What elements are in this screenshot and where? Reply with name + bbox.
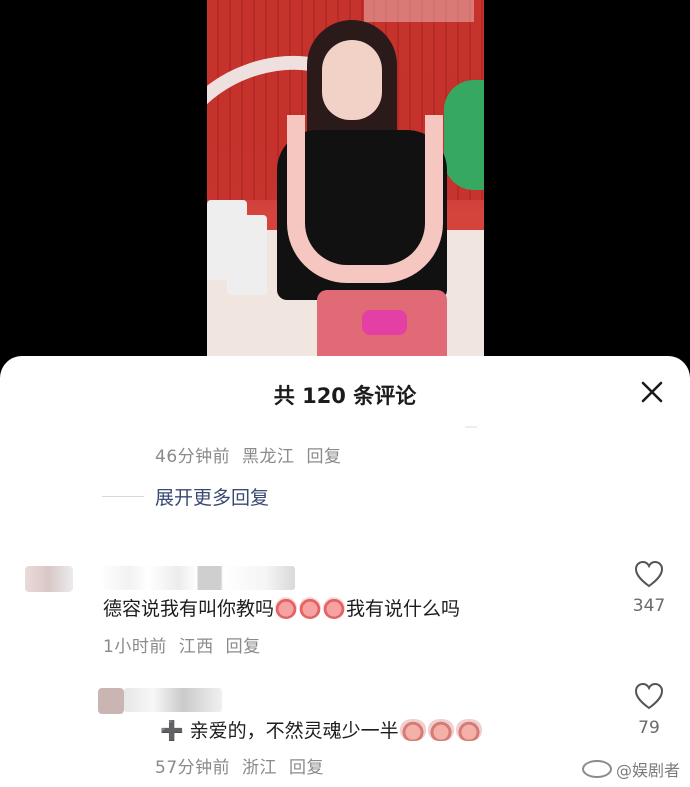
reply-location: 黑龙江	[242, 447, 295, 467]
comment-text-part: 亲爱的，不然灵魂少一半	[189, 720, 399, 742]
expand-divider	[102, 496, 144, 497]
video-player[interactable]	[207, 0, 484, 356]
watermark: @娱剧者	[581, 757, 680, 781]
comment-text: 德容说我有叫你教吗 我有说什么吗	[103, 594, 460, 621]
video-caption-strip	[364, 0, 474, 22]
avatar[interactable]	[98, 688, 124, 714]
comment-time: 1小时前	[103, 637, 167, 657]
reply-button[interactable]: 回复	[226, 637, 261, 657]
emoji-icon	[275, 597, 298, 619]
reply-meta: 46分钟前 黑龙江 回复	[155, 442, 347, 467]
emoji-icon	[455, 719, 482, 741]
heart-icon	[634, 682, 664, 710]
reply-button[interactable]: 回复	[289, 758, 324, 778]
reply-time: 46分钟前	[155, 447, 231, 467]
emoji-icon	[427, 719, 454, 741]
weibo-icon	[581, 760, 612, 778]
comment-text-part: 我有说什么吗	[346, 598, 461, 620]
video-person	[267, 20, 447, 356]
emoji-icon	[299, 597, 322, 619]
expand-more-replies[interactable]: 展开更多回复	[155, 483, 269, 510]
heart-icon	[634, 560, 664, 588]
comment-location: 江西	[178, 637, 214, 657]
like-button[interactable]: 79	[621, 682, 677, 738]
comment-location: 浙江	[242, 758, 278, 778]
comment-text: ➕ 亲爱的，不然灵魂少一半	[160, 716, 483, 743]
emoji-icon	[399, 719, 426, 741]
like-button[interactable]: 347	[621, 560, 677, 616]
comments-title: 共 120 条评论	[273, 384, 417, 408]
video-decor-green	[444, 80, 484, 190]
plus-icon: ➕	[160, 720, 184, 742]
comment-meta: 57分钟前 浙江 回复	[155, 753, 330, 778]
avatar[interactable]	[25, 566, 73, 592]
emoji-icon	[323, 597, 346, 619]
like-count: 79	[638, 718, 660, 738]
watermark-text: @娱剧者	[615, 761, 680, 780]
divider	[465, 426, 477, 428]
like-count: 347	[632, 596, 666, 616]
close-icon	[641, 381, 663, 403]
comment-text-part: 德容说我有叫你教吗	[103, 598, 275, 620]
close-button[interactable]	[636, 376, 668, 408]
username-blurred[interactable]	[100, 566, 295, 590]
reply-button[interactable]: 回复	[306, 447, 341, 467]
video-chair	[227, 215, 267, 295]
comments-sheet: 共 120 条评论 46分钟前 黑龙江 回复 展开更多回复 德容说我有叫你教吗 我…	[0, 356, 690, 787]
username-blurred[interactable]	[124, 688, 222, 712]
comment-time: 57分钟前	[155, 758, 231, 778]
comment-meta: 1小时前 江西 回复	[103, 632, 267, 657]
